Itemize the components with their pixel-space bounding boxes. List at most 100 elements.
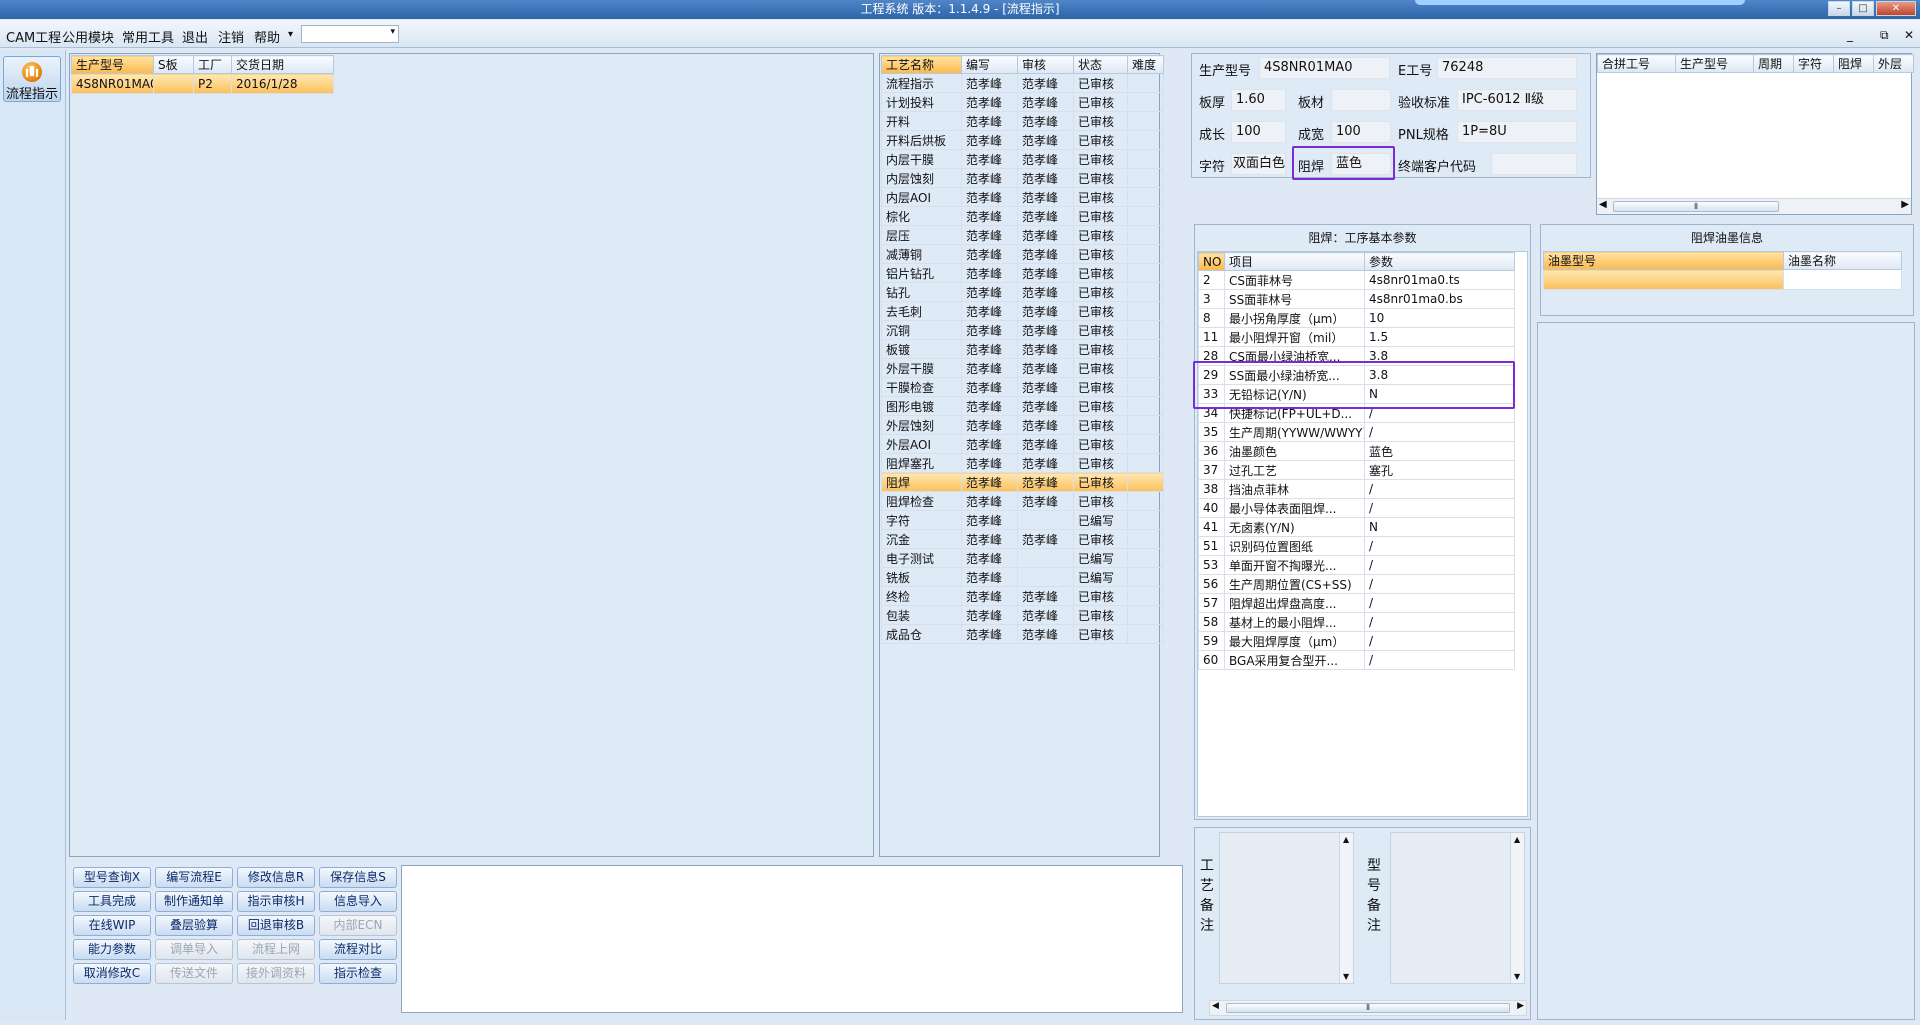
cell-no[interactable]: 58	[1198, 612, 1225, 632]
table-row[interactable]: 外层AOI 范孝峰 范孝峰 已审核	[881, 434, 1164, 454]
model-notes-scrollbar[interactable]: ▲ ▼	[1510, 833, 1524, 983]
cell-item[interactable]: 挡油点菲林	[1224, 479, 1365, 499]
cell-process-name[interactable]: 板镀	[881, 339, 962, 359]
cell-item[interactable]: 最大阻焊厚度（μm）	[1224, 631, 1365, 651]
col-ink-model[interactable]: 油墨型号	[1543, 251, 1784, 270]
cell-reviewer[interactable]: 范孝峰	[1017, 244, 1074, 264]
table-row[interactable]: 11 最小阻焊开窗（mil） 1.5	[1198, 327, 1515, 347]
cell-reviewer[interactable]: 范孝峰	[1017, 206, 1074, 226]
table-row[interactable]: 40 最小导体表面阻焊... /	[1198, 498, 1515, 518]
cell-no[interactable]: 37	[1198, 460, 1225, 480]
length-field[interactable]: 100	[1231, 121, 1286, 143]
table-row[interactable]: 铝片钻孔 范孝峰 范孝峰 已审核	[881, 263, 1164, 283]
cell-status[interactable]: 已审核	[1073, 529, 1128, 549]
cell-difficulty[interactable]	[1127, 263, 1164, 283]
cell-reviewer[interactable]: 范孝峰	[1017, 358, 1074, 378]
cell-status[interactable]: 已审核	[1073, 301, 1128, 321]
action-button[interactable]: 指示审核H	[237, 891, 315, 912]
cell-no[interactable]: 35	[1198, 422, 1225, 442]
table-row[interactable]: 开料 范孝峰 范孝峰 已审核	[881, 111, 1164, 131]
cell-status[interactable]: 已审核	[1073, 434, 1128, 454]
cell-item[interactable]: 识别码位置图纸	[1224, 536, 1365, 556]
cell-writer[interactable]: 范孝峰	[961, 130, 1018, 150]
maximize-button[interactable]: □	[1852, 1, 1874, 16]
cell-param[interactable]: N	[1364, 517, 1515, 537]
cell-item[interactable]: 最小导体表面阻焊...	[1224, 498, 1365, 518]
cell-status[interactable]: 已审核	[1073, 472, 1128, 492]
cell-no[interactable]: 56	[1198, 574, 1225, 594]
cell-reviewer[interactable]: 范孝峰	[1017, 624, 1074, 644]
cell-reviewer[interactable]: 范孝峰	[1017, 73, 1074, 93]
cell-writer[interactable]: 范孝峰	[961, 187, 1018, 207]
cell-item[interactable]: 最小拐角厚度（μm）	[1224, 308, 1365, 328]
scroll-left-icon[interactable]: ◀	[1599, 199, 1607, 210]
cell-ink-model[interactable]	[1543, 269, 1784, 290]
cell-reviewer[interactable]: 范孝峰	[1017, 434, 1074, 454]
cell-no[interactable]: 2	[1198, 270, 1225, 290]
mdi-restore-button[interactable]: ⧉	[1880, 28, 1889, 43]
cell-reviewer[interactable]: 范孝峰	[1017, 263, 1074, 283]
col-model[interactable]: 生产型号	[71, 55, 154, 74]
menu-help[interactable]: 帮助	[254, 27, 280, 46]
cell-reviewer[interactable]: 范孝峰	[1017, 130, 1074, 150]
minimize-button[interactable]: –	[1828, 1, 1850, 16]
cell-no[interactable]: 41	[1198, 517, 1225, 537]
table-row[interactable]: 51 识别码位置图纸 /	[1198, 536, 1515, 556]
cell-difficulty[interactable]	[1127, 491, 1164, 511]
cell-item[interactable]: 单面开窗不掏曝光...	[1224, 555, 1365, 575]
cell-process-name[interactable]: 外层干膜	[881, 358, 962, 378]
thickness-field[interactable]: 1.60	[1231, 89, 1286, 111]
cell-process-name[interactable]: 终检	[881, 586, 962, 606]
scroll-thumb[interactable]: ⦀	[1613, 201, 1779, 212]
chevron-down-icon[interactable]: ▾	[288, 29, 293, 40]
table-row[interactable]: 外层干膜 范孝峰 范孝峰 已审核	[881, 358, 1164, 378]
cell-item[interactable]: 生产周期位置(CS+SS)	[1224, 574, 1365, 594]
cell-process-name[interactable]: 减薄铜	[881, 244, 962, 264]
cell-process-name[interactable]: 去毛刺	[881, 301, 962, 321]
cell-process-name[interactable]: 层压	[881, 225, 962, 245]
menu-logout[interactable]: 注销	[218, 27, 244, 46]
mdi-close-button[interactable]: ✕	[1904, 28, 1914, 42]
table-row[interactable]: 4S8NR01MA0 P2 2016/1/28	[71, 73, 334, 94]
cell-reviewer[interactable]: 范孝峰	[1017, 396, 1074, 416]
cell-param[interactable]: /	[1364, 650, 1515, 670]
action-button[interactable]: 取消修改C	[73, 963, 151, 984]
action-button[interactable]: 能力参数	[73, 939, 151, 960]
cell-param[interactable]: 1.5	[1364, 327, 1515, 347]
cell-status[interactable]: 已审核	[1073, 92, 1128, 112]
cell-reviewer[interactable]: 范孝峰	[1017, 111, 1074, 131]
cell-writer[interactable]: 范孝峰	[961, 453, 1018, 473]
process-notes-field[interactable]: ▲ ▼	[1219, 832, 1354, 984]
col-s-board[interactable]: S板	[153, 55, 194, 74]
cell-writer[interactable]: 范孝峰	[961, 567, 1018, 587]
cell-process-name[interactable]: 包装	[881, 605, 962, 625]
cell-param[interactable]: 蓝色	[1364, 441, 1515, 461]
cell-process-name[interactable]: 内层AOI	[881, 187, 962, 207]
cell-item[interactable]: 最小阻焊开窗（mil）	[1224, 327, 1365, 347]
cell-model[interactable]: 4S8NR01MA0	[71, 73, 154, 94]
cell-item[interactable]: 无卤素(Y/N)	[1224, 517, 1365, 537]
cell-reviewer[interactable]	[1017, 567, 1074, 587]
table-row[interactable]: 内层干膜 范孝峰 范孝峰 已审核	[881, 149, 1164, 169]
col-process-name[interactable]: 工艺名称	[881, 55, 962, 74]
cell-writer[interactable]: 范孝峰	[961, 320, 1018, 340]
cell-no[interactable]: 36	[1198, 441, 1225, 461]
col-param[interactable]: 参数	[1364, 252, 1515, 271]
table-row[interactable]: 外层蚀刻 范孝峰 范孝峰 已审核	[881, 415, 1164, 435]
col-writer[interactable]: 编写	[961, 55, 1018, 74]
scroll-right-icon[interactable]: ▶	[1517, 1001, 1524, 1011]
col-delivery-date[interactable]: 交货日期	[231, 55, 334, 74]
pnl-field[interactable]: 1P=8U	[1457, 121, 1577, 143]
cell-difficulty[interactable]	[1127, 187, 1164, 207]
cell-reviewer[interactable]: 范孝峰	[1017, 453, 1074, 473]
cell-reviewer[interactable]	[1017, 548, 1074, 568]
cell-difficulty[interactable]	[1127, 377, 1164, 397]
cell-difficulty[interactable]	[1127, 567, 1164, 587]
cell-reviewer[interactable]: 范孝峰	[1017, 149, 1074, 169]
cell-difficulty[interactable]	[1127, 358, 1164, 378]
cell-difficulty[interactable]	[1127, 510, 1164, 530]
cell-difficulty[interactable]	[1127, 244, 1164, 264]
cell-status[interactable]: 已审核	[1073, 282, 1128, 302]
table-row[interactable]	[1543, 269, 1902, 290]
cell-process-name[interactable]: 内层蚀刻	[881, 168, 962, 188]
